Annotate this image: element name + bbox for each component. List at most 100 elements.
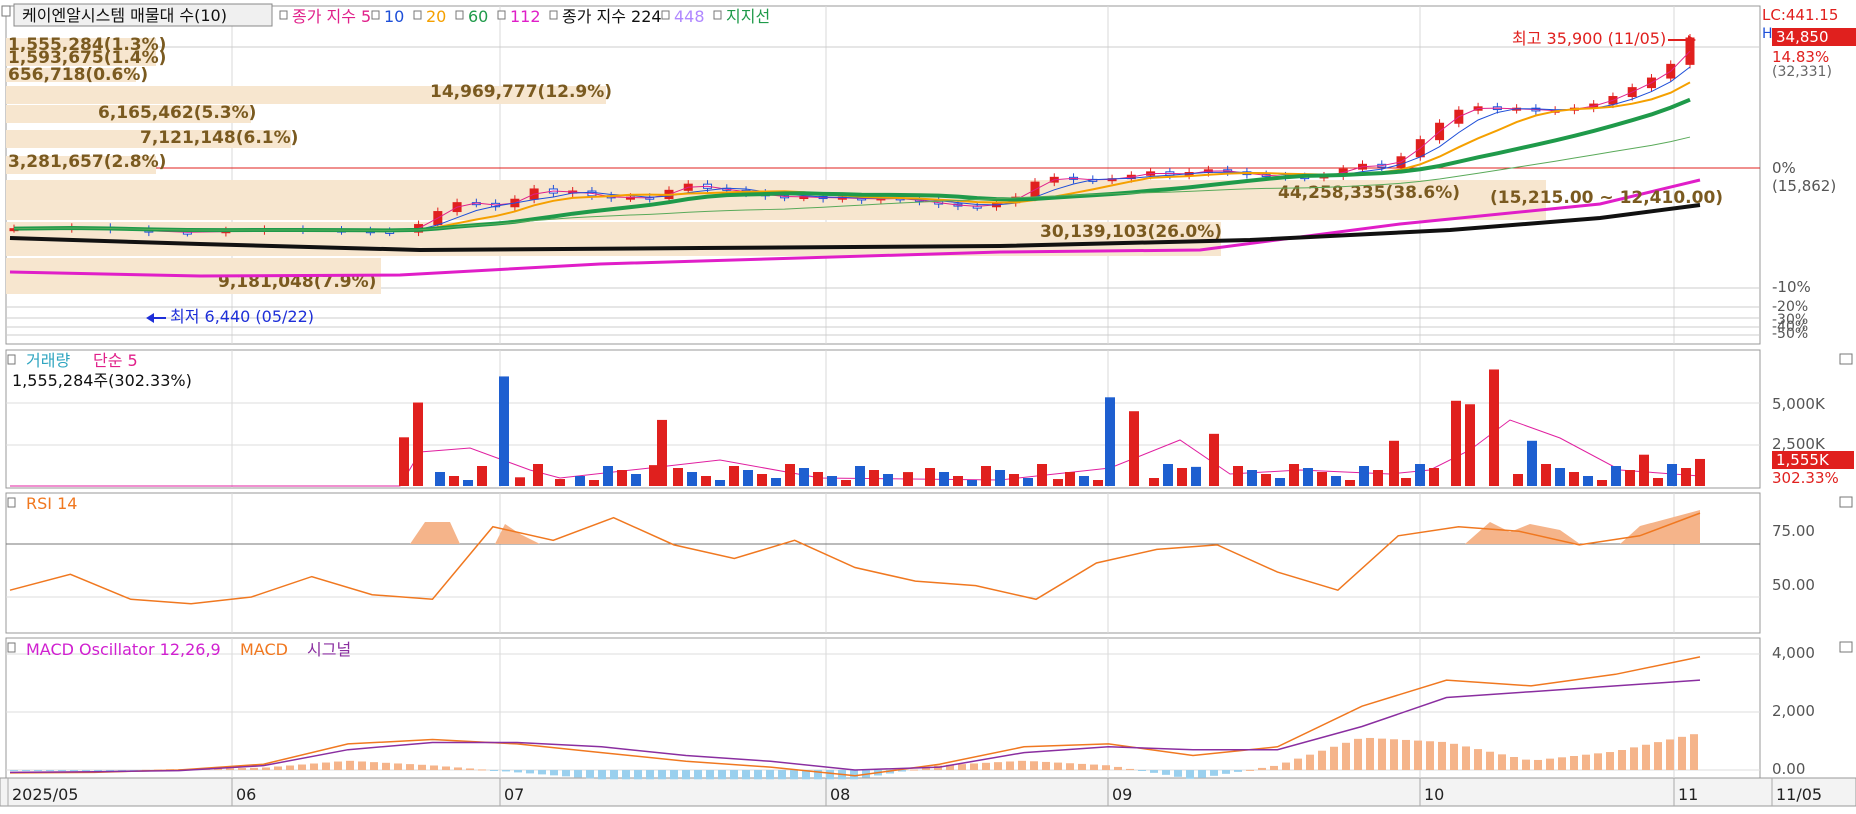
volume-bar [1303, 468, 1313, 486]
sub-price: (32,331) [1772, 64, 1832, 80]
macd-oscillator-bar [1666, 739, 1674, 770]
macd-oscillator-bar [658, 770, 666, 780]
volume-profile-label: 44,258,335(38.6%) [1278, 183, 1460, 203]
close-icon[interactable] [1839, 641, 1853, 653]
volume-bar [1163, 464, 1173, 486]
macd-oscillator-bar [262, 767, 270, 770]
macd-oscillator-bar [250, 767, 258, 770]
legend-item-label: 종가 지수 224 [562, 7, 662, 26]
volume-bar [855, 466, 865, 486]
volume-current-pct: 302.33% [1772, 469, 1839, 487]
volume-bar [1209, 433, 1219, 486]
volume-bar [1569, 472, 1579, 486]
macd-oscillator-bar [406, 764, 414, 770]
volume-bar [533, 464, 543, 486]
macd-oscillator-bar [634, 770, 642, 780]
macd-oscillator-bar [478, 769, 486, 771]
x-axis-band [0, 777, 1856, 807]
macd-oscillator-bar [370, 762, 378, 770]
volume-bar [1359, 466, 1369, 486]
close-icon[interactable] [1839, 353, 1853, 365]
panel-toggle-icon[interactable] [7, 497, 16, 508]
lc-label: LC:441.15 [1762, 6, 1838, 24]
legend-swatch-icon [279, 10, 288, 20]
macd-oscillator-bar [442, 766, 450, 770]
macd-oscillator-bar [1342, 742, 1350, 770]
x-axis-label: 09 [1112, 785, 1132, 804]
macd-oscillator-bar [430, 765, 438, 770]
macd-oscillator-bar [826, 770, 834, 780]
volume-bar [1373, 470, 1383, 486]
volume-bar [1053, 479, 1063, 486]
macd-oscillator-bar [970, 763, 978, 770]
minus-50-label: -50% [1772, 326, 1808, 342]
macd-oscillator-bar [1378, 738, 1386, 770]
volume-bar [939, 472, 949, 486]
current-price: 34,850 [1776, 28, 1829, 46]
volume-bar [1149, 478, 1159, 486]
macd-tick-2000: 2,000 [1772, 702, 1815, 720]
volume-bar [1653, 478, 1663, 486]
chart-window: 1,555,284(1.3%) 1,593,675(1.4%) 656,718(0.… [0, 0, 1856, 810]
macd-oscillator-bar [1570, 755, 1578, 770]
x-axis-label: 11 [1678, 785, 1698, 804]
volume-bar [575, 476, 585, 486]
volume-bar [463, 480, 473, 486]
macd-oscillator-bar [1030, 761, 1038, 770]
macd-oscillator-bar [1498, 754, 1506, 770]
volume-bar [967, 480, 977, 486]
volume-bar [903, 472, 913, 486]
macd-oscillator-bar [1426, 741, 1434, 770]
volume-bar [673, 468, 683, 486]
volume-profile-label: 30,139,103(26.0%) [1040, 222, 1222, 242]
macd-oscillator-bar [550, 770, 558, 776]
volume-bar [1023, 478, 1033, 486]
macd-title: MACD [240, 640, 288, 659]
macd-oscillator-bar [1450, 743, 1458, 770]
volume-bar [1451, 400, 1461, 486]
volume-bar [995, 470, 1005, 486]
macd-oscillator-bar [538, 770, 546, 775]
macd-oscillator-bar [298, 764, 306, 770]
macd-oscillator-bar [1306, 754, 1314, 770]
volume-bar [1129, 411, 1139, 486]
macd-oscillator-bar [850, 770, 858, 780]
volume-profile-label: 656,718(0.6%) [8, 65, 148, 85]
volume-bar [631, 474, 641, 486]
volume-bar [1079, 476, 1089, 486]
close-icon[interactable] [1839, 496, 1853, 508]
legend-swatch-icon [713, 10, 722, 20]
macd-oscillator-bar [1270, 765, 1278, 770]
volume-bar [1489, 369, 1499, 486]
macd-oscillator-bar [1174, 770, 1182, 777]
macd-oscillator-bar [1630, 747, 1638, 770]
volume-bar [1513, 474, 1523, 486]
macd-oscillator-bar [382, 762, 390, 770]
macd-oscillator-bar [1522, 759, 1530, 770]
macd-oscillator-bar [10, 770, 18, 771]
panel-toggle-icon[interactable] [7, 642, 16, 653]
macd-oscillator-bar [1006, 761, 1014, 770]
volume-bar [1639, 454, 1649, 486]
volume-bar [729, 466, 739, 486]
volume-bar [1105, 397, 1115, 486]
macd-oscillator-bar [622, 770, 630, 780]
macd-oscillator-bar [1486, 751, 1494, 770]
x-axis-label: 2025/05 [12, 785, 78, 804]
legend-item-label: 20 [426, 7, 446, 26]
low-annotation: 최저 6,440 (05/22) [170, 307, 314, 326]
x-axis-label: 10 [1424, 785, 1444, 804]
panel-toggle-icon[interactable] [7, 354, 16, 365]
macd-oscillator-bar [742, 770, 750, 780]
high-annotation: 최고 35,900 (11/05) [1512, 29, 1666, 48]
volume-bar [1695, 458, 1705, 486]
panel-toggle-icon[interactable] [1, 5, 11, 17]
legend-swatch-icon [371, 10, 380, 20]
range-annotation: (15,215.00 ~ 12,410.00) [1490, 188, 1723, 208]
x-axis-label: 06 [236, 785, 256, 804]
macd-tick-0: 0.00 [1772, 760, 1805, 778]
macd-oscillator-bar [1294, 758, 1302, 770]
volume-bar [603, 466, 613, 486]
macd-oscillator-bar [1690, 734, 1698, 770]
price-legend: 케이엔알시스템 매물대 수(10) 종가 지수 5 10 20 60 112 종가 지수 … [1, 3, 770, 27]
